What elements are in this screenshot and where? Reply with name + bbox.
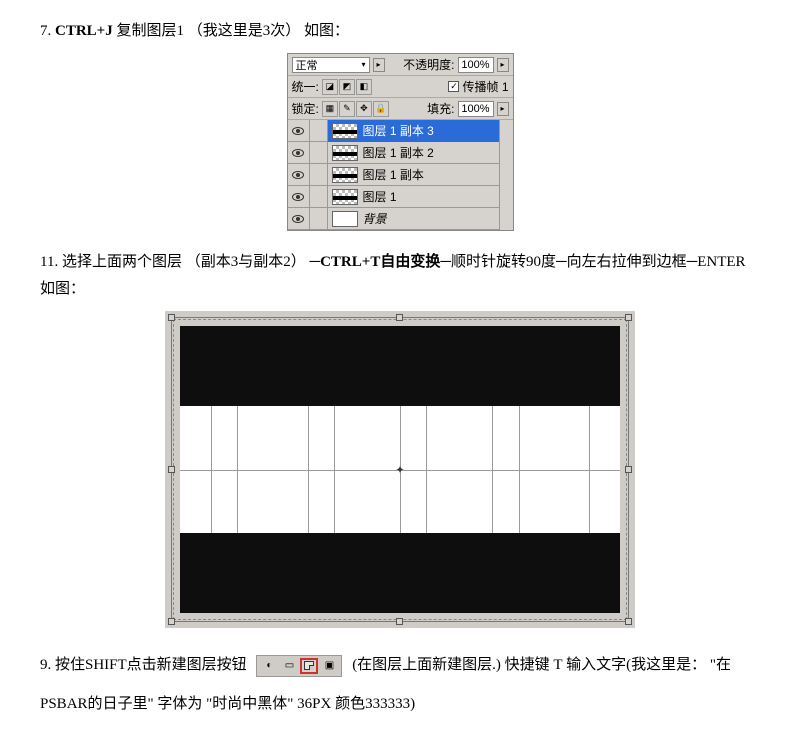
transform-handle-mr[interactable] [625, 466, 632, 473]
unify-icons: ◪ ◩ ◧ [322, 79, 372, 95]
adjustment-layer-icon[interactable]: ◐ [260, 658, 278, 674]
layer-link-cell[interactable] [310, 142, 328, 164]
layers-panel: 正常 ▾ ▸ 不透明度: 100% ▸ 统一: ◪ ◩ ◧ ✓ 传播帧 1 锁定… [287, 53, 514, 231]
layer-body-selected[interactable]: 图层 1 副本 3 [328, 120, 499, 142]
lock-all-icon[interactable]: 🔒 [373, 101, 389, 117]
layer-scrollbar[interactable] [499, 120, 513, 230]
step-7-num: 7. [40, 23, 51, 39]
layer-list: 图层 1 副本 3 图层 1 副本 2 图层 1 副本 [288, 120, 499, 230]
mask-icon[interactable]: ▭ [280, 658, 298, 674]
layers-panel-row-lock: 锁定: ▦ ✎ ✥ 🔒 填充: 100% ▸ [288, 98, 513, 120]
black-band-bottom [180, 533, 620, 613]
step-11-text: 11. 选择上面两个图层 （副本3与副本2） ─CTRL+T自由变换─顺时针旋转… [40, 249, 760, 303]
transform-handle-bl[interactable] [168, 618, 175, 625]
eye-icon [292, 149, 304, 157]
fill-label: 填充: [427, 100, 454, 117]
step-9-num: 9. [40, 657, 51, 673]
layer-body[interactable]: 背景 [328, 208, 499, 230]
unify-icon-2[interactable]: ◩ [339, 79, 355, 95]
layers-panel-row-blend: 正常 ▾ ▸ 不透明度: 100% ▸ [288, 54, 513, 76]
layer-name: 背景 [363, 210, 387, 227]
step-11-part1: 选择上面两个图层 （副本3与副本2） ─ [62, 254, 320, 270]
layers-panel-row-unify: 统一: ◪ ◩ ◧ ✓ 传播帧 1 [288, 76, 513, 98]
eye-icon [292, 127, 304, 135]
lock-label: 锁定: [292, 100, 319, 117]
transform-handle-bc[interactable] [396, 618, 403, 625]
step-7-shortcut: CTRL+J [55, 23, 113, 39]
layer-visibility-toggle[interactable] [288, 142, 310, 164]
lock-move-icon[interactable]: ✥ [356, 101, 372, 117]
fill-menu-button[interactable]: ▸ [497, 102, 509, 116]
blend-mode-dropdown[interactable]: 正常 ▾ [292, 57, 370, 73]
layer-body[interactable]: 图层 1 副本 [328, 164, 499, 186]
layer-thumbnail [332, 145, 358, 161]
transform-handle-tc[interactable] [396, 314, 403, 321]
step-11-num: 11. [40, 254, 58, 270]
lock-icons: ▦ ✎ ✥ 🔒 [322, 101, 389, 117]
transform-handle-br[interactable] [625, 618, 632, 625]
black-band-top [180, 326, 620, 406]
opacity-label: 不透明度: [403, 56, 454, 73]
unify-label: 统一: [292, 78, 319, 95]
layer-link-cell[interactable] [310, 120, 328, 142]
layer-body[interactable]: 图层 1 副本 2 [328, 142, 499, 164]
lock-paint-icon[interactable]: ✎ [339, 101, 355, 117]
step-9-part1: 按住SHIFT点击新建图层按钮 [55, 657, 247, 673]
step-11-bold: CTRL+T自由变换 [320, 254, 440, 270]
transform-bounding-box[interactable]: ✦ [171, 317, 629, 622]
check-icon: ✓ [450, 82, 458, 91]
folder-icon[interactable]: ▣ [320, 658, 338, 674]
transform-handle-tl[interactable] [168, 314, 175, 321]
lock-transparency-icon[interactable]: ▦ [322, 101, 338, 117]
layer-thumbnail [332, 123, 358, 139]
layer-name: 图层 1 副本 2 [363, 144, 434, 161]
layer-visibility-toggle[interactable] [288, 186, 310, 208]
layer-row[interactable]: 图层 1 [288, 186, 499, 208]
layer-row[interactable]: 图层 1 副本 3 [288, 120, 499, 142]
layer-thumbnail [332, 189, 358, 205]
layer-thumbnail [332, 211, 358, 227]
layer-body[interactable]: 图层 1 [328, 186, 499, 208]
propagate-label: 传播帧 1 [462, 78, 508, 95]
opacity-menu-button[interactable]: ▸ [497, 58, 509, 72]
layer-row[interactable]: 背景 [288, 208, 499, 230]
layer-visibility-toggle[interactable] [288, 120, 310, 142]
transform-handle-tr[interactable] [625, 314, 632, 321]
step-7-body: 复制图层1 （我这里是3次） 如图： [116, 23, 349, 39]
layer-link-cell[interactable] [310, 164, 328, 186]
layer-link-cell[interactable] [310, 186, 328, 208]
blend-mode-value: 正常 [296, 57, 318, 73]
unify-icon-1[interactable]: ◪ [322, 79, 338, 95]
canvas-container: ✦ [165, 311, 635, 628]
layer-name: 图层 1 副本 [363, 166, 424, 183]
eye-icon [292, 171, 304, 179]
new-layer-button[interactable] [300, 658, 318, 674]
opacity-input[interactable]: 100% [458, 57, 494, 73]
layer-footer-toolbar: ◐ ▭ ▣ [256, 655, 342, 677]
eye-icon [292, 215, 304, 223]
layer-name: 图层 1 [363, 188, 397, 205]
step-7-text: 7. CTRL+J 复制图层1 （我这里是3次） 如图： [40, 18, 760, 45]
layer-thumbnail [332, 167, 358, 183]
fill-input[interactable]: 100% [458, 101, 494, 117]
new-layer-icon [304, 661, 314, 670]
transform-center-icon: ✦ [395, 463, 404, 476]
layer-row[interactable]: 图层 1 副本 [288, 164, 499, 186]
layer-visibility-toggle[interactable] [288, 208, 310, 230]
propagate-checkbox[interactable]: ✓ [448, 81, 459, 92]
step-9-text: 9. 按住SHIFT点击新建图层按钮 ◐ ▭ ▣ (在图层上面新建图层.) 快捷… [40, 646, 760, 724]
blend-mode-menu-button[interactable]: ▸ [373, 58, 385, 72]
layer-link-cell[interactable] [310, 208, 328, 230]
transform-handle-ml[interactable] [168, 466, 175, 473]
layer-visibility-toggle[interactable] [288, 164, 310, 186]
unify-icon-3[interactable]: ◧ [356, 79, 372, 95]
layer-row[interactable]: 图层 1 副本 2 [288, 142, 499, 164]
eye-icon [292, 193, 304, 201]
layer-name: 图层 1 副本 3 [363, 122, 434, 139]
chevron-down-icon: ▾ [361, 60, 365, 69]
